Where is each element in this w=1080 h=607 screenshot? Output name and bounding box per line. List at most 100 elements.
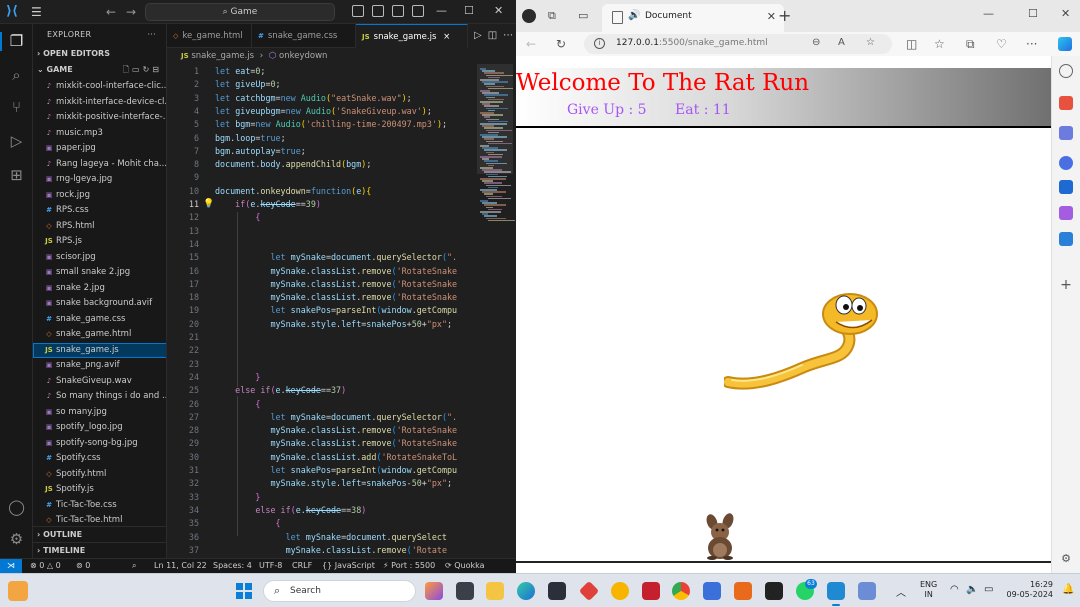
code-line[interactable]: let mySnake=document.querySelect — [215, 532, 447, 542]
refresh-icon[interactable]: ↻ — [556, 36, 566, 52]
file-item[interactable]: ◇ Spotify.html — [33, 467, 166, 483]
code-line[interactable]: mySnake.classList.remove('RotateSnake — [215, 266, 457, 276]
lightbulb-icon[interactable]: 💡 — [203, 199, 214, 209]
file-item[interactable]: JS RPS.js — [33, 234, 166, 250]
file-item[interactable]: # RPS.css — [33, 203, 166, 219]
battery-icon[interactable]: ▭ — [984, 584, 993, 595]
store-app-icon[interactable] — [548, 582, 566, 600]
toggle-panel-icon[interactable] — [372, 5, 384, 17]
more-options-icon[interactable]: ··· — [1026, 36, 1037, 52]
code-line[interactable]: let catchbgm=new Audio("eatSnake.wav"); — [215, 93, 412, 103]
file-item[interactable]: ◇ snake_game.html — [33, 327, 166, 343]
app-blue-icon[interactable] — [703, 582, 721, 600]
live-server-port[interactable]: ⚡ Port : 5500 — [383, 559, 435, 573]
code-line[interactable]: bgm.loop=true; — [215, 133, 286, 143]
code-line[interactable]: let snakePos=parseInt(window.getCompu — [215, 305, 457, 315]
code-line[interactable]: document.body.appendChild(bgm); — [215, 159, 371, 169]
file-item[interactable]: JS Spotify.js — [33, 482, 166, 498]
file-item[interactable]: JS snake_game.js — [33, 342, 166, 358]
command-center-search[interactable]: ⌕ Game — [145, 3, 335, 21]
settings-gear-icon[interactable]: ⚙ — [7, 530, 26, 549]
outline-section[interactable]: › OUTLINE — [33, 526, 166, 542]
toggle-secondary-sidebar-icon[interactable] — [392, 5, 404, 17]
problems-indicator[interactable]: ⊗ 0 △ 0 — [30, 559, 61, 573]
weather-widget-icon[interactable] — [8, 581, 28, 601]
remote-indicator-icon[interactable]: ⋊ — [0, 559, 22, 574]
mcafee-icon[interactable] — [642, 582, 660, 600]
split-editor-icon[interactable]: ◫ — [488, 30, 503, 41]
new-tab-icon[interactable]: + — [778, 6, 791, 25]
new-folder-icon[interactable]: ▭ — [132, 65, 143, 74]
browser-essentials-icon[interactable]: ♡ — [996, 36, 1007, 52]
minimap[interactable] — [477, 64, 515, 558]
collapse-icon[interactable]: ⊟ — [152, 65, 162, 74]
code-line[interactable]: mySnake.style.left=snakePos+50+"px"; — [215, 319, 452, 329]
maximize-icon[interactable]: ☐ — [1028, 7, 1038, 20]
shopping-icon[interactable] — [1059, 96, 1073, 110]
settings-gear-icon[interactable]: ⚙ — [1059, 552, 1073, 566]
file-item[interactable]: ♪ mixkit-interface-device-cl... — [33, 95, 166, 111]
minimize-icon[interactable]: — — [436, 4, 447, 18]
tab-snake-game-html[interactable]: ◇ ke_game.html — [167, 24, 252, 48]
notifications-bell-icon[interactable]: 🔔 — [1062, 584, 1074, 595]
file-item[interactable]: ♪ Rang lageya - Mohit cha... — [33, 157, 166, 173]
file-item[interactable]: ▣ rng-lgeya.jpg — [33, 172, 166, 188]
breadcrumb-file[interactable]: snake_game.js — [191, 51, 254, 61]
clock[interactable]: 16:29 09-05-2024 — [1003, 580, 1054, 600]
address-bar[interactable]: i 127.0.0.1:5500/snake_game.html ⊖ A ☆ — [584, 34, 892, 54]
run-icon[interactable]: ▷ — [474, 30, 488, 41]
code-line[interactable]: mySnake.style.left=snakePos-50+"px"; — [215, 478, 452, 488]
language-mode[interactable]: {} JavaScript — [322, 559, 375, 573]
code-line[interactable]: let mySnake=document.querySelector(". — [215, 412, 457, 422]
file-explorer-icon[interactable] — [486, 582, 504, 600]
tab-snake-game-js[interactable]: JS snake_game.js × — [356, 24, 468, 48]
source-control-icon[interactable]: ⑂ — [7, 98, 26, 117]
language-indicator[interactable]: ENG IN — [920, 580, 937, 600]
code-line[interactable]: mySnake.classList.remove('Rotate — [215, 545, 447, 555]
workspaces-icon[interactable]: ⧉ — [548, 9, 556, 23]
forward-arrow-icon[interactable]: → — [126, 5, 136, 19]
new-file-icon[interactable]: 🗋 — [123, 65, 132, 74]
file-item[interactable]: ♪ mixkit-cool-interface-clic... — [33, 79, 166, 95]
file-item[interactable]: ♪ So many things i do and ... — [33, 389, 166, 405]
app-person-icon[interactable] — [858, 582, 876, 600]
file-item[interactable]: ◇ RPS.html — [33, 219, 166, 235]
file-item[interactable]: ▣ so many.jpg — [33, 405, 166, 421]
file-item[interactable]: ▣ snake background.avif — [33, 296, 166, 312]
audio-playing-icon[interactable]: 🔊 — [628, 10, 640, 21]
read-aloud-icon[interactable]: A — [838, 37, 845, 48]
terminal-icon[interactable] — [765, 582, 783, 600]
encoding[interactable]: UTF-8 — [259, 559, 282, 573]
file-item[interactable]: ▣ spotify_logo.jpg — [33, 420, 166, 436]
account-icon[interactable]: ◯ — [7, 498, 26, 517]
minimize-icon[interactable]: — — [983, 7, 994, 20]
maximize-icon[interactable]: ☐ — [464, 4, 474, 18]
file-item[interactable]: ▣ snake 2.jpg — [33, 281, 166, 297]
code-editor[interactable]: 1 let eat=0; 2 let giveUp=0; 3 let catchbgm=n… — [167, 64, 477, 558]
wifi-icon[interactable]: ◠ — [950, 584, 959, 595]
site-info-icon[interactable]: i — [594, 38, 605, 49]
file-item[interactable]: ▣ snake_png.avif — [33, 358, 166, 374]
volume-icon[interactable]: 🔈 — [966, 584, 978, 595]
code-line[interactable]: mySnake.classList.add('RotateSnakeToL — [215, 452, 457, 462]
app-diamond-icon[interactable] — [578, 580, 600, 602]
open-editors-section[interactable]: › OPEN EDITORS — [33, 46, 166, 62]
code-line[interactable]: document.onkeydown=function(e){ — [215, 186, 371, 196]
windows-start-icon[interactable] — [236, 583, 252, 599]
chrome-icon[interactable] — [672, 582, 690, 600]
extensions-icon[interactable]: ⊞ — [7, 166, 26, 185]
file-item[interactable]: ▣ small snake 2.jpg — [33, 265, 166, 281]
app-yellow-icon[interactable] — [611, 582, 629, 600]
games-icon[interactable] — [1059, 156, 1073, 170]
code-line[interactable]: let giveupbgm=new Audio('SnakeGiveup.wav… — [215, 106, 432, 116]
copilot-app-icon[interactable] — [425, 582, 443, 600]
file-item[interactable]: ▣ rock.jpg — [33, 188, 166, 204]
show-hidden-icons-icon[interactable]: ︿ — [896, 584, 906, 599]
file-item[interactable]: # Spotify.css — [33, 451, 166, 467]
back-arrow-icon[interactable]: ← — [106, 5, 116, 19]
vscode-app-icon[interactable] — [827, 582, 845, 606]
taskbar-search[interactable]: ⌕ Search — [263, 580, 416, 602]
drop-icon[interactable] — [1059, 232, 1073, 246]
ports-indicator[interactable]: ⊚ 0 — [76, 559, 90, 573]
edge-app-icon[interactable] — [517, 582, 535, 600]
